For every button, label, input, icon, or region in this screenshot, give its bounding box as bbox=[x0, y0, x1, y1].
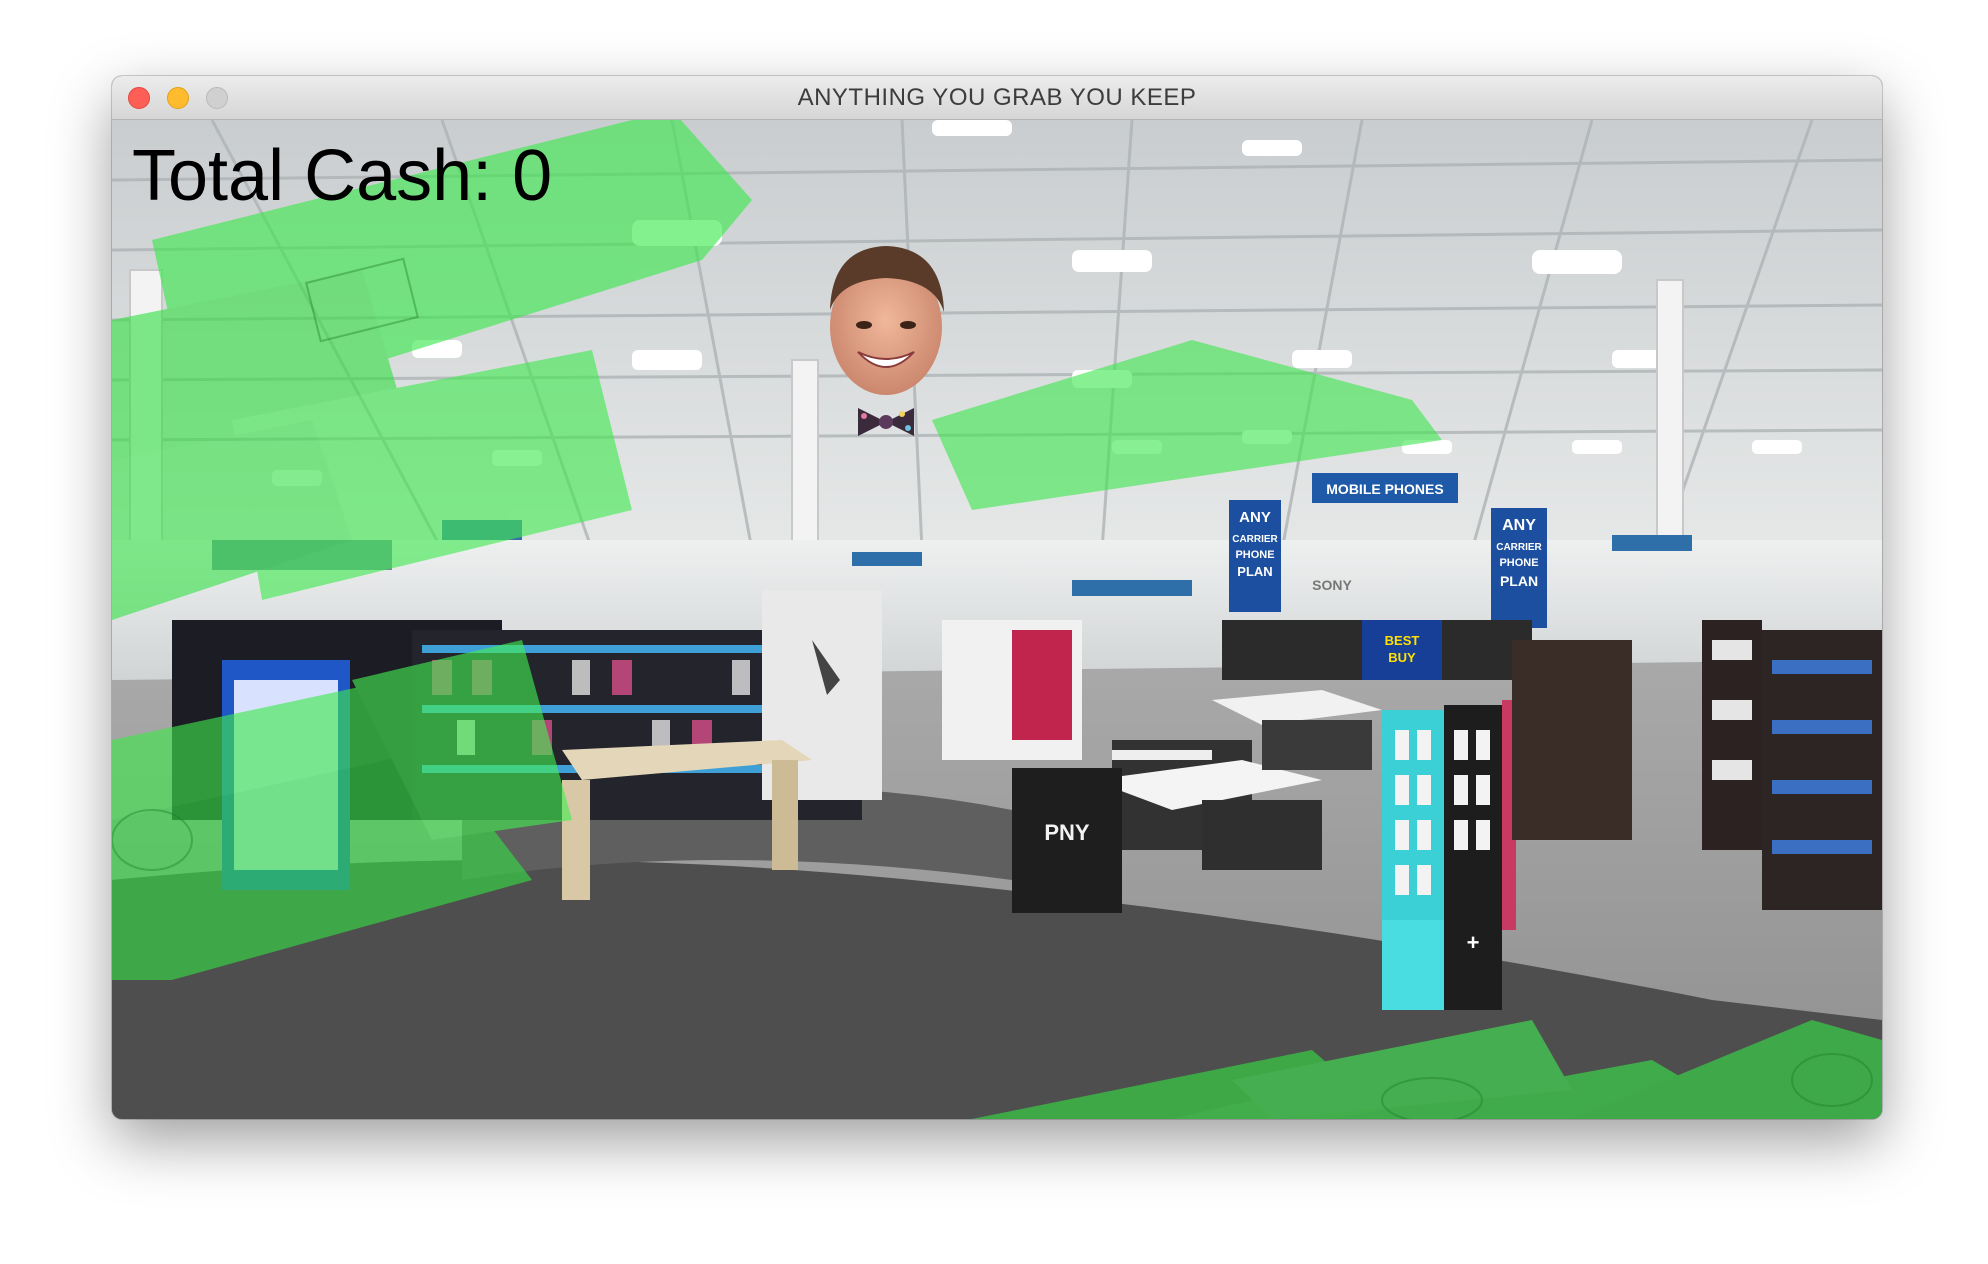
game-window: ANYTHING YOU GRAB YOU KEEP MOBILE PHONES… bbox=[112, 76, 1882, 1119]
svg-text:ANY: ANY bbox=[1502, 517, 1536, 534]
total-cash-label: Total Cash: 0 bbox=[132, 136, 553, 216]
svg-text:CARRIER: CARRIER bbox=[1232, 534, 1278, 545]
store-scene: MOBILE PHONES ANY CARRIER PHONE PLAN ANY… bbox=[112, 120, 1882, 1119]
svg-text:PLAN: PLAN bbox=[1237, 564, 1272, 579]
svg-text:PNY: PNY bbox=[1044, 820, 1090, 845]
sony-sign: SONY bbox=[1312, 577, 1352, 593]
mobile-phones-sign-label: MOBILE PHONES bbox=[1326, 481, 1443, 497]
game-canvas[interactable]: MOBILE PHONES ANY CARRIER PHONE PLAN ANY… bbox=[112, 120, 1882, 1119]
plan-banner-right: ANY CARRIER PHONE PLAN bbox=[1491, 508, 1547, 628]
svg-text:BEST: BEST bbox=[1385, 633, 1420, 648]
accessory-stand: + bbox=[1382, 700, 1516, 1010]
svg-text:CARRIER: CARRIER bbox=[1496, 542, 1542, 553]
svg-text:ANY: ANY bbox=[1239, 509, 1271, 526]
svg-text:BUY: BUY bbox=[1388, 650, 1416, 665]
title-bar[interactable]: ANYTHING YOU GRAB YOU KEEP bbox=[112, 76, 1882, 120]
best-buy-panel: BEST BUY bbox=[1222, 620, 1532, 680]
window-title: ANYTHING YOU GRAB YOU KEEP bbox=[797, 84, 1197, 111]
plan-banner-left: ANY CARRIER PHONE PLAN bbox=[1229, 500, 1281, 612]
svg-text:PHONE: PHONE bbox=[1499, 557, 1538, 569]
pny-bin: PNY bbox=[1012, 768, 1122, 913]
svg-text:PLAN: PLAN bbox=[1500, 573, 1538, 589]
svg-text:+: + bbox=[1467, 930, 1480, 955]
svg-text:PHONE: PHONE bbox=[1235, 549, 1274, 561]
